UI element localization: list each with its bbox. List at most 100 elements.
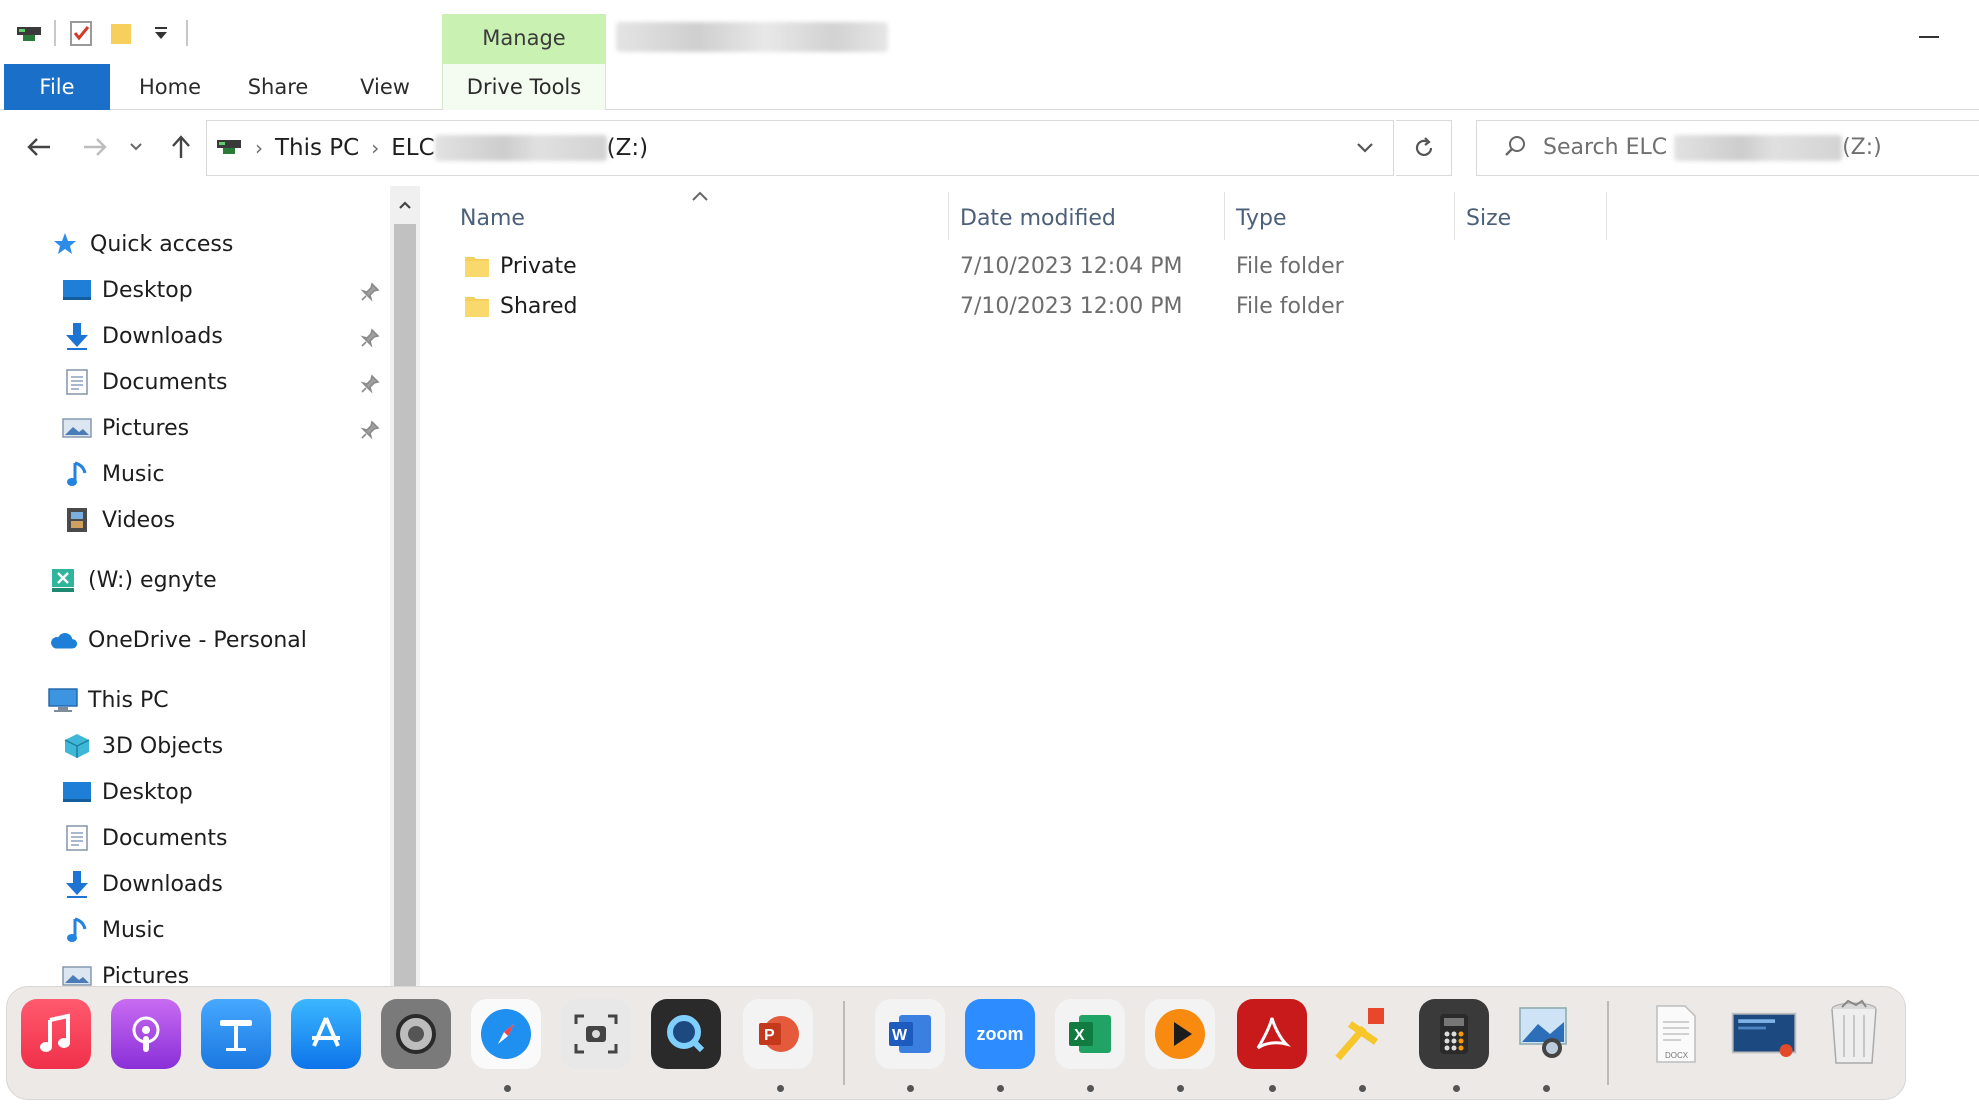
safari-icon[interactable]	[471, 999, 541, 1069]
nav-quick-access[interactable]: Quick access	[50, 224, 233, 264]
back-button[interactable]	[22, 130, 56, 164]
nav-3d-objects-label: 3D Objects	[102, 733, 224, 759]
document-icon	[62, 823, 92, 853]
new-folder-icon[interactable]	[106, 18, 136, 48]
acrobat-icon[interactable]	[1237, 999, 1307, 1069]
navigation-pane: Quick access Desktop Downloads Documents…	[0, 186, 392, 986]
computer-icon	[48, 685, 78, 715]
nav-pc-downloads[interactable]: Downloads	[62, 864, 223, 904]
trash-icon[interactable]	[1819, 999, 1889, 1069]
customize-qat-icon[interactable]	[146, 18, 176, 48]
pin-icon[interactable]	[360, 374, 382, 396]
nav-pane-scrollbar[interactable]	[390, 186, 420, 1014]
properties-icon[interactable]	[66, 18, 96, 48]
column-header-type[interactable]: Type	[1236, 198, 1287, 238]
title-bar: Manage	[0, 0, 1979, 64]
running-indicator	[1359, 1085, 1366, 1092]
column-divider[interactable]	[948, 192, 949, 240]
column-header-name[interactable]: Name	[460, 198, 525, 238]
keynote-app-icon[interactable]	[201, 999, 271, 1069]
system-preferences-icon[interactable]	[381, 999, 451, 1069]
nav-pc-pictures[interactable]: Pictures	[62, 956, 189, 986]
nav-pc-desktop[interactable]: Desktop	[62, 772, 193, 812]
nav-quick-access-label: Quick access	[90, 231, 234, 257]
screenshot-app-icon[interactable]	[561, 999, 631, 1069]
nav-documents[interactable]: Documents	[62, 362, 227, 402]
powerpoint-icon[interactable]: P	[743, 999, 813, 1069]
nav-music[interactable]: Music	[62, 454, 165, 494]
forward-button[interactable]	[78, 130, 112, 164]
address-bar[interactable]: › This PC › ELC (Z:)	[206, 120, 1394, 176]
file-type: File folder	[1236, 254, 1344, 279]
column-divider[interactable]	[1606, 192, 1607, 240]
file-name: Shared	[500, 294, 578, 319]
excel-icon[interactable]: X	[1055, 999, 1125, 1069]
zoom-icon[interactable]: zoom	[965, 999, 1035, 1069]
cloud-icon	[48, 625, 78, 655]
preview-icon[interactable]	[1509, 999, 1579, 1069]
nav-downloads-label: Downloads	[102, 323, 223, 349]
nav-pc-music[interactable]: Music	[62, 910, 165, 950]
address-history-dropdown[interactable]	[1337, 121, 1393, 175]
calculator-icon[interactable]	[1419, 999, 1489, 1069]
file-name: Private	[500, 254, 577, 279]
file-row[interactable]: Private 7/10/2023 12:04 PM File folder	[458, 248, 1458, 286]
running-indicator	[1177, 1085, 1184, 1092]
nav-this-pc[interactable]: This PC	[48, 680, 169, 720]
breadcrumb-drive[interactable]: ELC (Z:)	[391, 135, 648, 162]
nav-downloads[interactable]: Downloads	[62, 316, 223, 356]
up-button[interactable]	[164, 130, 198, 164]
refresh-button[interactable]	[1396, 120, 1452, 176]
nav-3d-objects[interactable]: 3D Objects	[62, 726, 223, 766]
tab-drive-tools[interactable]: Drive Tools	[442, 64, 606, 110]
recent-locations-button[interactable]	[124, 130, 148, 164]
nav-onedrive[interactable]: OneDrive - Personal	[48, 620, 307, 660]
column-header-size[interactable]: Size	[1466, 198, 1511, 238]
column-divider[interactable]	[1454, 192, 1455, 240]
nav-videos-label: Videos	[102, 507, 176, 533]
minimize-button[interactable]	[1909, 22, 1949, 52]
pin-icon[interactable]	[360, 328, 382, 350]
nav-documents-label: Documents	[102, 369, 228, 395]
pin-icon[interactable]	[360, 282, 382, 304]
podcasts-app-icon[interactable]	[111, 999, 181, 1069]
app-store-icon[interactable]	[291, 999, 361, 1069]
nav-pictures[interactable]: Pictures	[62, 408, 189, 448]
dock: P W zoom X DOCX	[6, 986, 1906, 1100]
nav-pc-pictures-label: Pictures	[102, 963, 190, 987]
nav-pc-documents[interactable]: Documents	[62, 818, 227, 858]
nav-desktop[interactable]: Desktop	[62, 270, 193, 310]
quicktime-icon[interactable]	[651, 999, 721, 1069]
drive-icon[interactable]	[14, 18, 44, 48]
breadcrumb-chevron-icon[interactable]: ›	[255, 136, 263, 160]
tab-file[interactable]: File	[4, 64, 110, 110]
music-app-icon[interactable]	[21, 999, 91, 1069]
file-row[interactable]: Shared 7/10/2023 12:00 PM File folder	[458, 288, 1458, 326]
nav-onedrive-label: OneDrive - Personal	[88, 627, 307, 653]
search-box[interactable]: Search ELC (Z:)	[1476, 120, 1979, 176]
tab-view[interactable]: View	[350, 64, 420, 110]
breadcrumb-this-pc[interactable]: This PC	[275, 135, 359, 161]
svg-text:DOCX: DOCX	[1665, 1051, 1689, 1060]
breadcrumb-chevron-icon[interactable]: ›	[371, 136, 379, 160]
scroll-thumb[interactable]	[394, 224, 416, 1014]
nav-videos[interactable]: Videos	[62, 500, 175, 540]
docx-file-icon[interactable]: DOCX	[1641, 999, 1711, 1069]
tab-share[interactable]: Share	[242, 64, 314, 110]
word-icon[interactable]: W	[875, 999, 945, 1069]
pinpoint-app-icon[interactable]	[1327, 999, 1397, 1069]
drive-icon	[215, 134, 243, 162]
nav-pictures-label: Pictures	[102, 415, 190, 441]
tab-home[interactable]: Home	[130, 64, 210, 110]
column-divider[interactable]	[1224, 192, 1225, 240]
quick-access-toolbar	[14, 18, 188, 48]
egnyte-drive-icon	[48, 565, 78, 595]
column-header-date-modified[interactable]: Date modified	[960, 198, 1116, 238]
scroll-up-arrow-icon[interactable]	[390, 190, 420, 220]
nav-egnyte-drive[interactable]: (W:) egnyte	[48, 560, 217, 600]
screen-recording-file-icon[interactable]	[1729, 999, 1799, 1069]
running-indicator	[907, 1085, 914, 1092]
pin-icon[interactable]	[360, 420, 382, 442]
media-player-icon[interactable]	[1145, 999, 1215, 1069]
music-note-icon	[62, 915, 92, 945]
